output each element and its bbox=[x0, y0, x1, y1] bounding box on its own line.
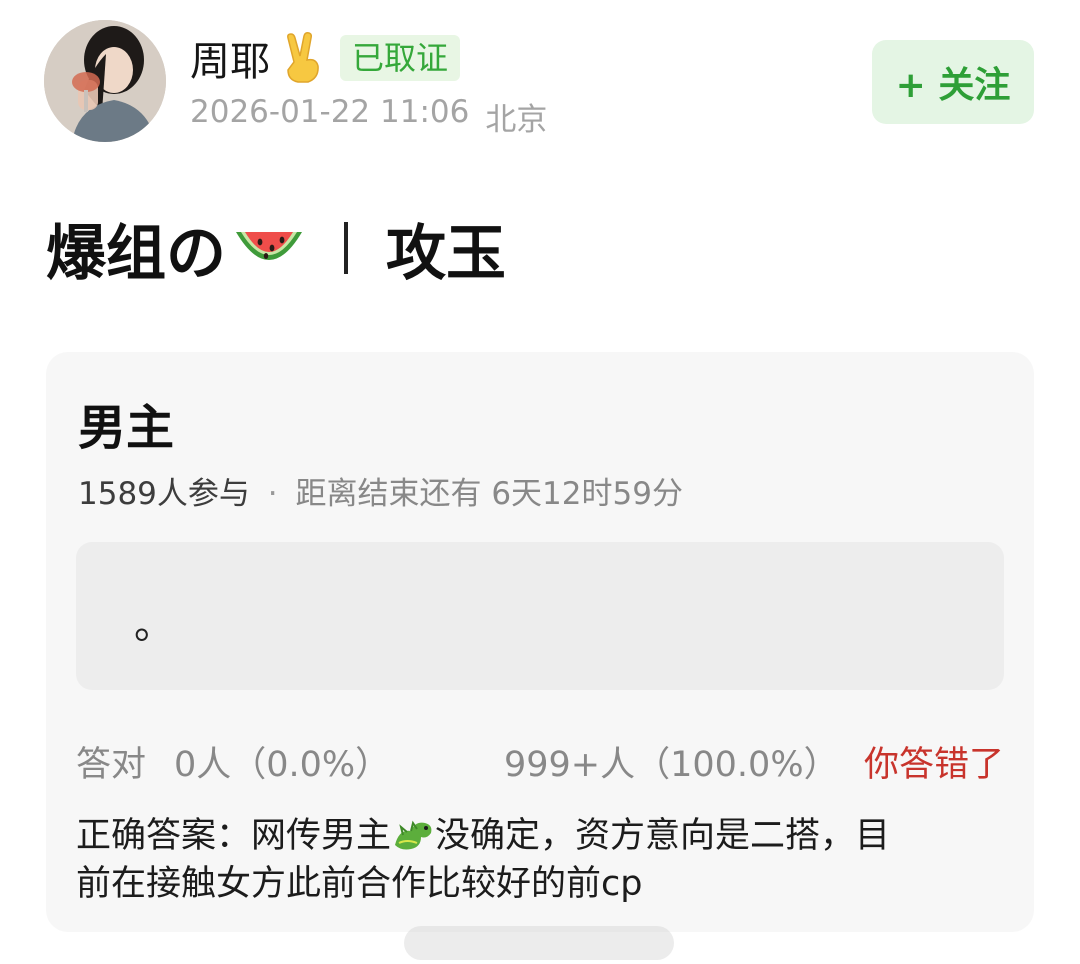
dragon-icon bbox=[391, 815, 435, 853]
author-name[interactable]: 周耶 bbox=[190, 29, 270, 87]
watermark bbox=[404, 926, 674, 960]
post-title: 爆组の 攻玉 bbox=[46, 206, 506, 290]
author-row: 周耶 已取证 bbox=[190, 28, 461, 88]
post-title-left: 爆组の bbox=[46, 218, 226, 289]
wrong-answer-note: 你答错了 bbox=[863, 745, 1004, 785]
answer-suffix: 没确定，资方意向是二搭，目 bbox=[435, 816, 891, 856]
correct-label: 答对 bbox=[76, 745, 147, 785]
quiz-question: 男主 bbox=[78, 400, 175, 456]
verified-badge: 已取证 bbox=[340, 35, 461, 81]
watermelon-icon bbox=[232, 218, 306, 278]
answer-line-2: 前在接触女方此前合作比较好的前cp bbox=[76, 864, 643, 904]
post-timestamp: 2026-01-22 11:06 bbox=[190, 94, 470, 130]
answer-line-1: 正确答案：网传男主 没确定，资方意向是二搭，目 bbox=[76, 812, 1004, 860]
weibo-post: 周耶 已取证 2026-01-22 11:06 北京 + 关注 爆组の 攻玉 男… bbox=[0, 0, 1080, 964]
avatar[interactable] bbox=[44, 20, 166, 142]
post-title-right: 攻玉 bbox=[386, 218, 506, 289]
quiz-option[interactable]: 。 bbox=[76, 542, 1004, 690]
quiz-card: 男主 1589人参与 · 距离结束还有 6天12时59分 。 答对 0人（0.0… bbox=[46, 352, 1034, 932]
title-divider bbox=[344, 222, 348, 274]
correct-answer: 正确答案：网传男主 没确定，资方意向是二搭，目 前在接触女方此前合作比较好的前cp bbox=[76, 812, 1004, 908]
post-meta: 2026-01-22 11:06 北京 bbox=[190, 94, 547, 139]
post-location: 北京 bbox=[485, 102, 548, 138]
time-remaining: 距离结束还有 6天12时59分 bbox=[295, 476, 683, 512]
quiz-result: 答对 0人（0.0%） 999+人（100.0%） 你答错了 bbox=[76, 736, 1004, 785]
option-text: 。 bbox=[134, 602, 174, 648]
correct-count: 0人（0.0%） bbox=[174, 745, 391, 785]
stats-separator: · bbox=[267, 476, 278, 512]
participant-count: 1589人参与 bbox=[78, 476, 250, 512]
wrong-count: 999+人（100.0%） bbox=[504, 745, 839, 785]
victory-hand-icon bbox=[278, 32, 326, 84]
quiz-stats: 1589人参与 · 距离结束还有 6天12时59分 bbox=[78, 468, 683, 513]
follow-button[interactable]: + 关注 bbox=[872, 40, 1034, 124]
answer-prefix: 正确答案：网传男主 bbox=[76, 816, 392, 856]
